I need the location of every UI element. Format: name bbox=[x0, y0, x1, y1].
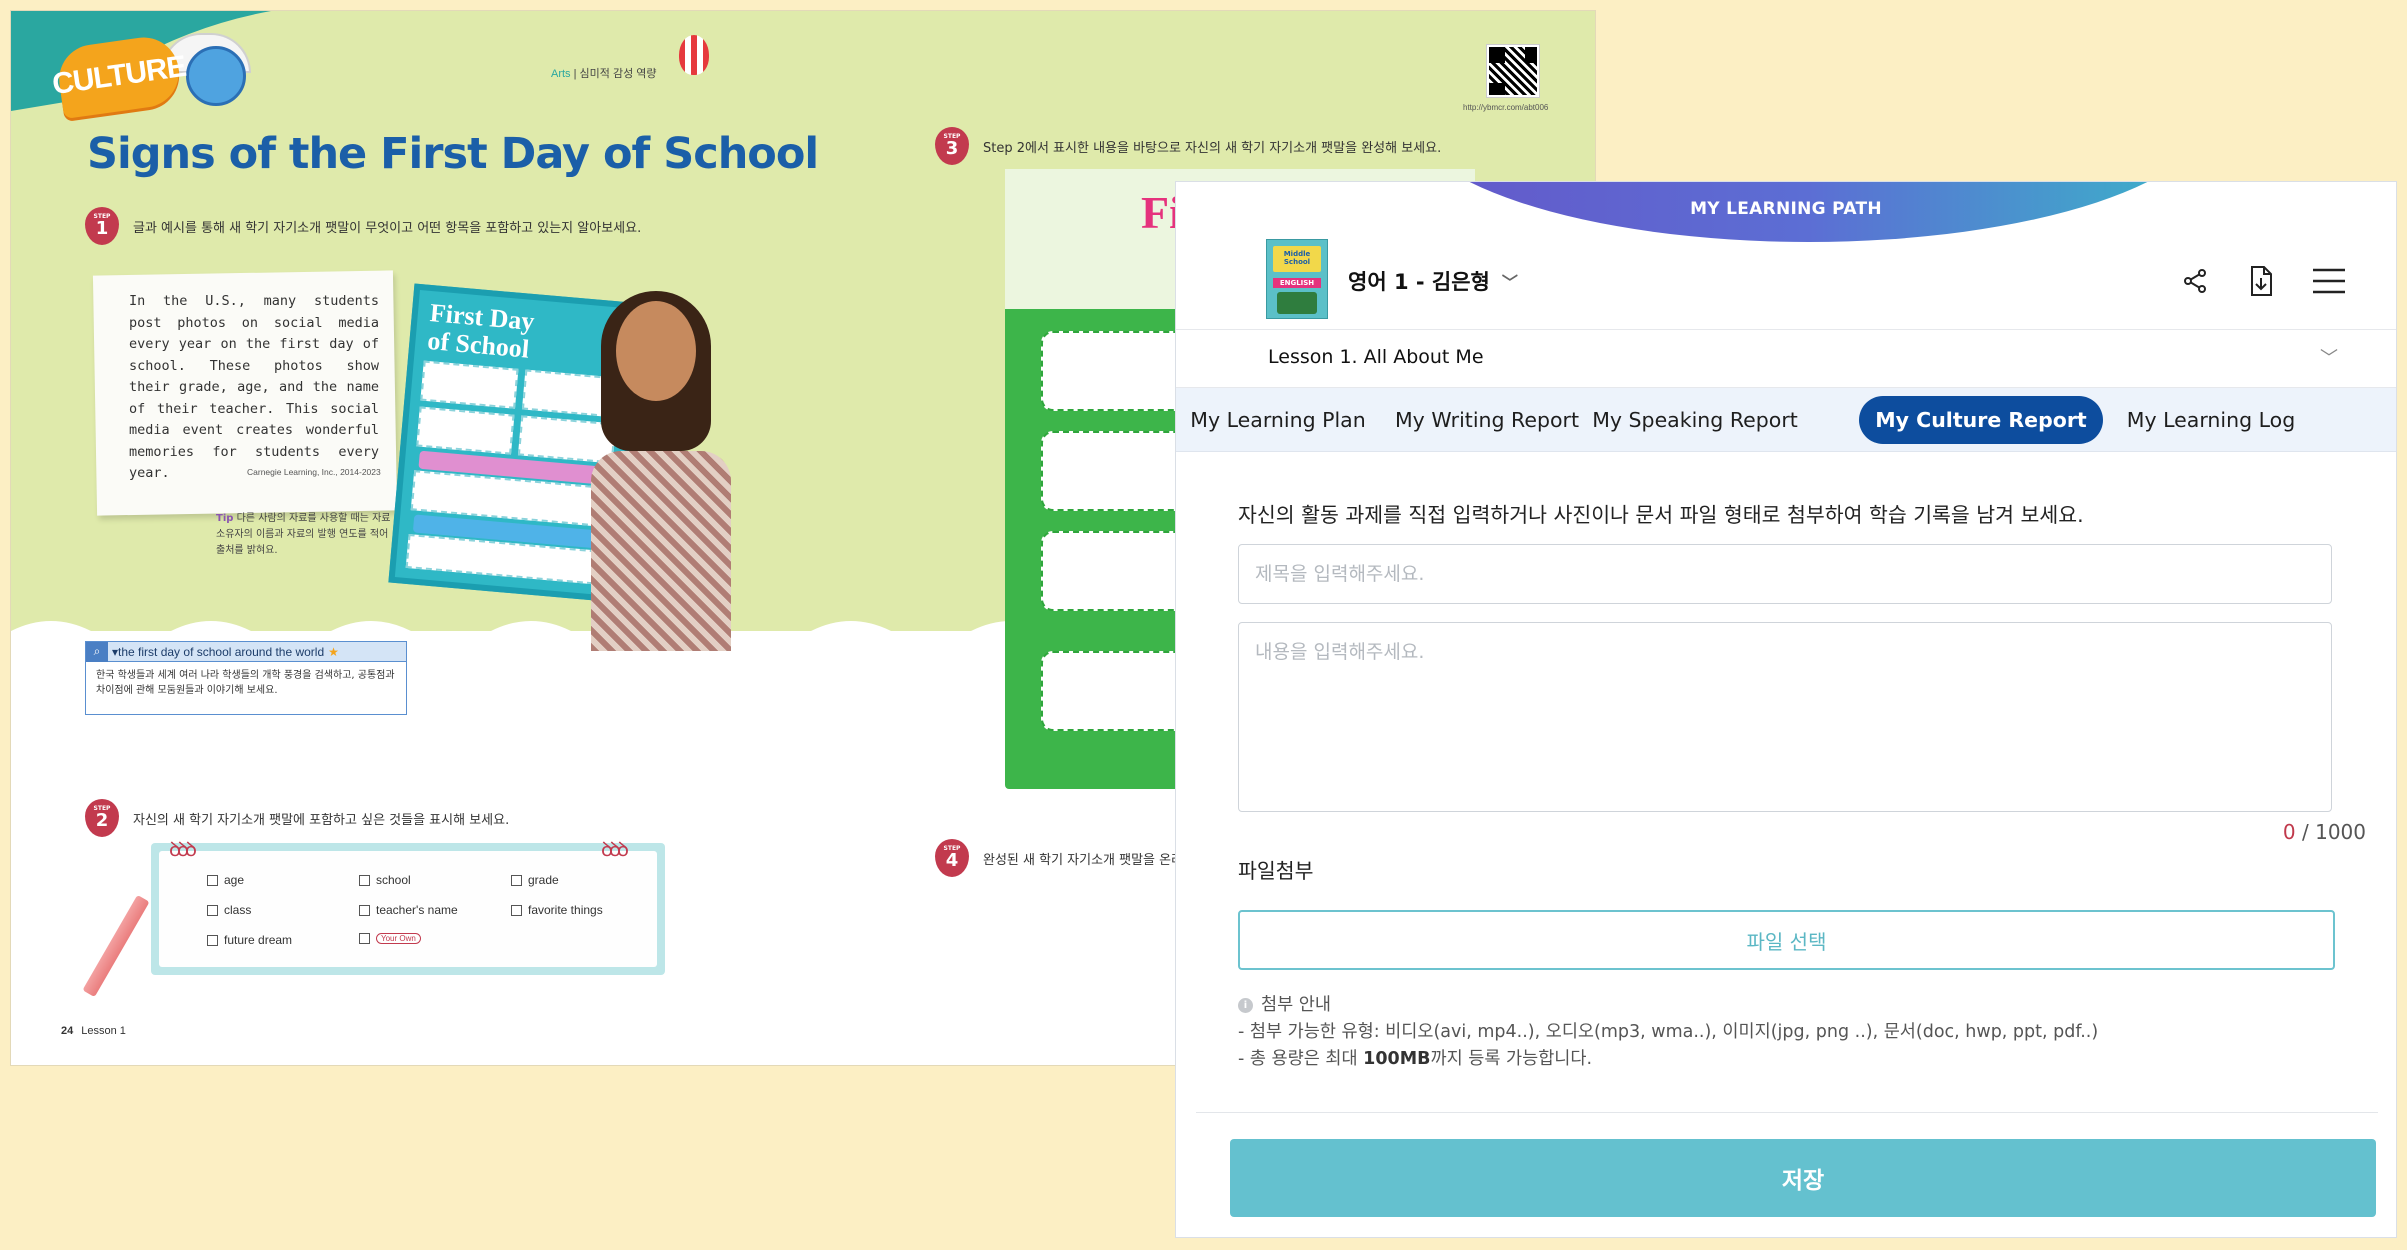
notebook-ring-icon: ꝺꝺꝺ bbox=[169, 837, 197, 861]
hot-air-balloon-icon bbox=[679, 35, 709, 75]
save-button[interactable]: 저장 bbox=[1230, 1139, 2376, 1217]
step-3-badge: STEP 3 bbox=[935, 127, 969, 165]
attachment-guide-header: i 첨부 안내 bbox=[1238, 992, 2098, 1019]
checkbox[interactable] bbox=[359, 874, 370, 886]
notebook-ring-icon: ꝺꝺꝺ bbox=[601, 837, 629, 861]
tip-note: Tip 다른 사람의 자료를 사용할 때는 자료 소유자의 이름과 자료의 발행… bbox=[216, 511, 391, 559]
arts-tag: Arts | 심미적 감성 역량 bbox=[551, 68, 657, 80]
character-count-max: / 1000 bbox=[2302, 820, 2366, 844]
attachment-guide: i 첨부 안내 - 첨부 가능한 유형: 비디오(avi, mp4..), 오디… bbox=[1238, 992, 2098, 1073]
step-3: STEP 3 Step 2에서 표시한 내용을 바탕으로 자신의 새 학기 자기소… bbox=[935, 127, 1441, 165]
course-title: 영어 1 - 김은형 bbox=[1348, 270, 1490, 294]
book-cover-subject: ENGLISH bbox=[1273, 278, 1321, 288]
checkbox[interactable] bbox=[359, 904, 370, 916]
girl-dress bbox=[591, 451, 731, 651]
info-icon: i bbox=[1238, 998, 1253, 1013]
tab-my-culture-report[interactable]: My Culture Report bbox=[1859, 396, 2103, 444]
book-cover-thumbnail: Middle School ENGLISH bbox=[1266, 239, 1328, 319]
search-bar[interactable]: ⌕ ▾ the first day of school around the w… bbox=[86, 641, 406, 662]
checklist-item[interactable]: grade bbox=[511, 873, 559, 887]
attachment-guide-title: 첨부 안내 bbox=[1261, 995, 1331, 1015]
lesson-selector[interactable]: Lesson 1. All About Me ﹀ bbox=[1176, 330, 2396, 388]
header-label: MY LEARNING PATH bbox=[1690, 199, 1882, 219]
textbook-title: Signs of the First Day of School bbox=[87, 129, 819, 179]
note-source: Carnegie Learning, Inc., 2014-2023 bbox=[247, 467, 381, 477]
mascot-illustration bbox=[186, 46, 246, 106]
step-4: STEP 4 완성된 새 학기 자기소개 팻말을 온라 bbox=[935, 839, 1183, 877]
book-cover-art bbox=[1277, 292, 1317, 314]
search-description: 한국 학생들과 세계 여러 나라 학생들의 개학 풍경을 검색하고, 공통점과 … bbox=[96, 670, 395, 696]
download-icon bbox=[2251, 266, 2272, 296]
learning-path-panel: MY LEARNING PATH Middle School ENGLISH 영… bbox=[1175, 181, 2397, 1238]
book-cover-label: Middle School bbox=[1273, 246, 1321, 272]
checkbox[interactable] bbox=[207, 934, 218, 946]
tip-tag: Tip bbox=[216, 513, 234, 524]
note-text: In the U.S., many students post photos o… bbox=[129, 293, 379, 481]
step-2: STEP 2 자신의 새 학기 자기소개 팻말에 포함하고 싶은 것들을 표시해 … bbox=[85, 799, 509, 837]
title-input[interactable] bbox=[1238, 544, 2332, 604]
step-4-badge: STEP 4 bbox=[935, 839, 969, 877]
chevron-down-icon: ﹀ bbox=[1501, 273, 1518, 292]
share-icon bbox=[2184, 269, 2206, 293]
checklist-item[interactable]: future dream bbox=[207, 933, 292, 947]
attachment-guide-types: - 첨부 가능한 유형: 비디오(avi, mp4..), 오디오(mp3, w… bbox=[1238, 1022, 2099, 1042]
attachment-label: 파일첨부 bbox=[1238, 859, 1314, 883]
checklist-item[interactable]: favorite things bbox=[511, 903, 603, 917]
step-1: STEP 1 글과 예시를 통해 새 학기 자기소개 팻말이 무엇이고 어떤 항목… bbox=[85, 207, 641, 245]
report-tabs: My Learning Plan My Writing Report My Sp… bbox=[1176, 388, 2396, 452]
checklist-item[interactable]: class bbox=[207, 903, 251, 917]
poster-title: First Day of School bbox=[426, 298, 536, 364]
tab-my-learning-log[interactable]: My Learning Log bbox=[2122, 396, 2300, 444]
attachment-guide-size: - 총 용량은 최대 100MB까지 등록 가능합니다. bbox=[1238, 1049, 1593, 1069]
character-count-current: 0 bbox=[2282, 820, 2296, 844]
checklist-item[interactable]: age bbox=[207, 873, 244, 887]
hamburger-menu-icon bbox=[2313, 268, 2345, 294]
girl-photo bbox=[571, 291, 741, 651]
checkbox[interactable] bbox=[511, 874, 522, 886]
qr-code[interactable] bbox=[1486, 44, 1540, 98]
poster-box bbox=[416, 406, 515, 455]
download-button[interactable] bbox=[2242, 262, 2280, 300]
character-counter: 0 / 1000 bbox=[2283, 820, 2366, 844]
search-box: ⌕ ▾ the first day of school around the w… bbox=[85, 641, 407, 715]
qr-url: http://ybmcr.com/abt006 bbox=[1463, 103, 1549, 112]
instruction-text: 자신의 활동 과제를 직접 입력하거나 사진이나 문서 파일 형태로 첨부하여 … bbox=[1238, 503, 2084, 527]
tab-my-speaking-report[interactable]: My Speaking Report bbox=[1588, 396, 1802, 444]
checkbox[interactable] bbox=[511, 904, 522, 916]
page-number: 24 Lesson 1 bbox=[61, 1025, 126, 1037]
share-button[interactable] bbox=[2176, 262, 2214, 300]
menu-button[interactable] bbox=[2310, 262, 2348, 300]
step-2-badge: STEP 2 bbox=[85, 799, 119, 837]
step-4-text: 완성된 새 학기 자기소개 팻말을 온라 bbox=[983, 852, 1184, 868]
tab-my-learning-plan[interactable]: My Learning Plan bbox=[1190, 396, 1366, 444]
step-3-text: Step 2에서 표시한 내용을 바탕으로 자신의 새 학기 자기소개 팻말을 … bbox=[983, 140, 1442, 156]
checklist-item[interactable]: teacher's name bbox=[359, 903, 458, 917]
arts-tag-ko: 심미적 감성 역량 bbox=[579, 68, 657, 80]
step-1-text: 글과 예시를 통해 새 학기 자기소개 팻말이 무엇이고 어떤 항목을 포함하고… bbox=[133, 220, 642, 236]
checklist-item-your-own[interactable]: Your Own bbox=[359, 933, 421, 944]
step-2-text: 자신의 새 학기 자기소개 팻말에 포함하고 싶은 것들을 표시해 보세요. bbox=[133, 812, 510, 828]
checkbox[interactable] bbox=[207, 904, 218, 916]
lesson-title: Lesson 1. All About Me bbox=[1268, 346, 1484, 368]
star-icon: ★ bbox=[328, 644, 339, 659]
search-query: the first day of school around the world bbox=[118, 644, 325, 659]
arts-tag-en: Arts bbox=[551, 68, 571, 80]
course-selector[interactable]: 영어 1 - 김은형 ﹀ bbox=[1348, 266, 1518, 296]
app-header: MY LEARNING PATH Middle School ENGLISH 영… bbox=[1176, 182, 2396, 330]
tab-my-writing-report[interactable]: My Writing Report bbox=[1394, 396, 1580, 444]
file-select-button[interactable]: 파일 선택 bbox=[1238, 910, 2335, 970]
step-1-badge: STEP 1 bbox=[85, 207, 119, 245]
search-icon: ⌕ bbox=[86, 641, 108, 662]
divider bbox=[1196, 1112, 2378, 1113]
pencil-icon bbox=[82, 894, 150, 998]
poster-box bbox=[420, 360, 519, 409]
checkbox[interactable] bbox=[359, 933, 370, 944]
checkbox[interactable] bbox=[207, 874, 218, 886]
tip-text: 다른 사람의 자료를 사용할 때는 자료 소유자의 이름과 자료의 발행 연도를… bbox=[216, 513, 391, 556]
checklist-item[interactable]: school bbox=[359, 873, 411, 887]
girl-face bbox=[616, 301, 696, 401]
chevron-down-icon: ﹀ bbox=[2320, 348, 2338, 369]
content-textarea[interactable] bbox=[1238, 622, 2332, 812]
